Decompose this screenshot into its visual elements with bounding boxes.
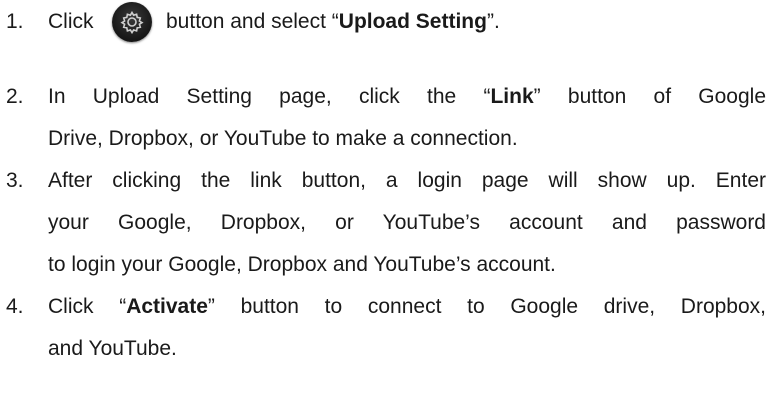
gear-icon (120, 10, 144, 35)
instruction-document: 1. Click button and select “Upload Setti… (0, 0, 774, 415)
step-4-line-1: Click “Activate” button to connect to Go… (48, 295, 766, 318)
settings-button-image (112, 2, 152, 42)
step-4-number: 4. (6, 295, 24, 318)
step-1-number: 1. (6, 10, 24, 33)
step-2-line-1: In Upload Setting page, click the “Link”… (48, 85, 766, 108)
step-3-line-2: your Google, Dropbox, or YouTube’s accou… (48, 211, 766, 234)
step-3-line-1: After clicking the link button, a login … (48, 169, 766, 192)
link-label: Link (490, 85, 534, 108)
step-2-line-2: Drive, Dropbox, or YouTube to make a con… (48, 127, 518, 150)
step-3-number: 3. (6, 169, 24, 192)
activate-label: Activate (126, 295, 208, 318)
step-4-line-2: and YouTube. (48, 337, 177, 360)
step-2-number: 2. (6, 85, 24, 108)
step-1-click-text: Click (48, 10, 94, 33)
upload-setting-label: Upload Setting (338, 10, 487, 33)
step-3-line-3: to login your Google, Dropbox and YouTub… (48, 253, 556, 276)
step-1-text: button and select “Upload Setting”. (166, 10, 500, 33)
